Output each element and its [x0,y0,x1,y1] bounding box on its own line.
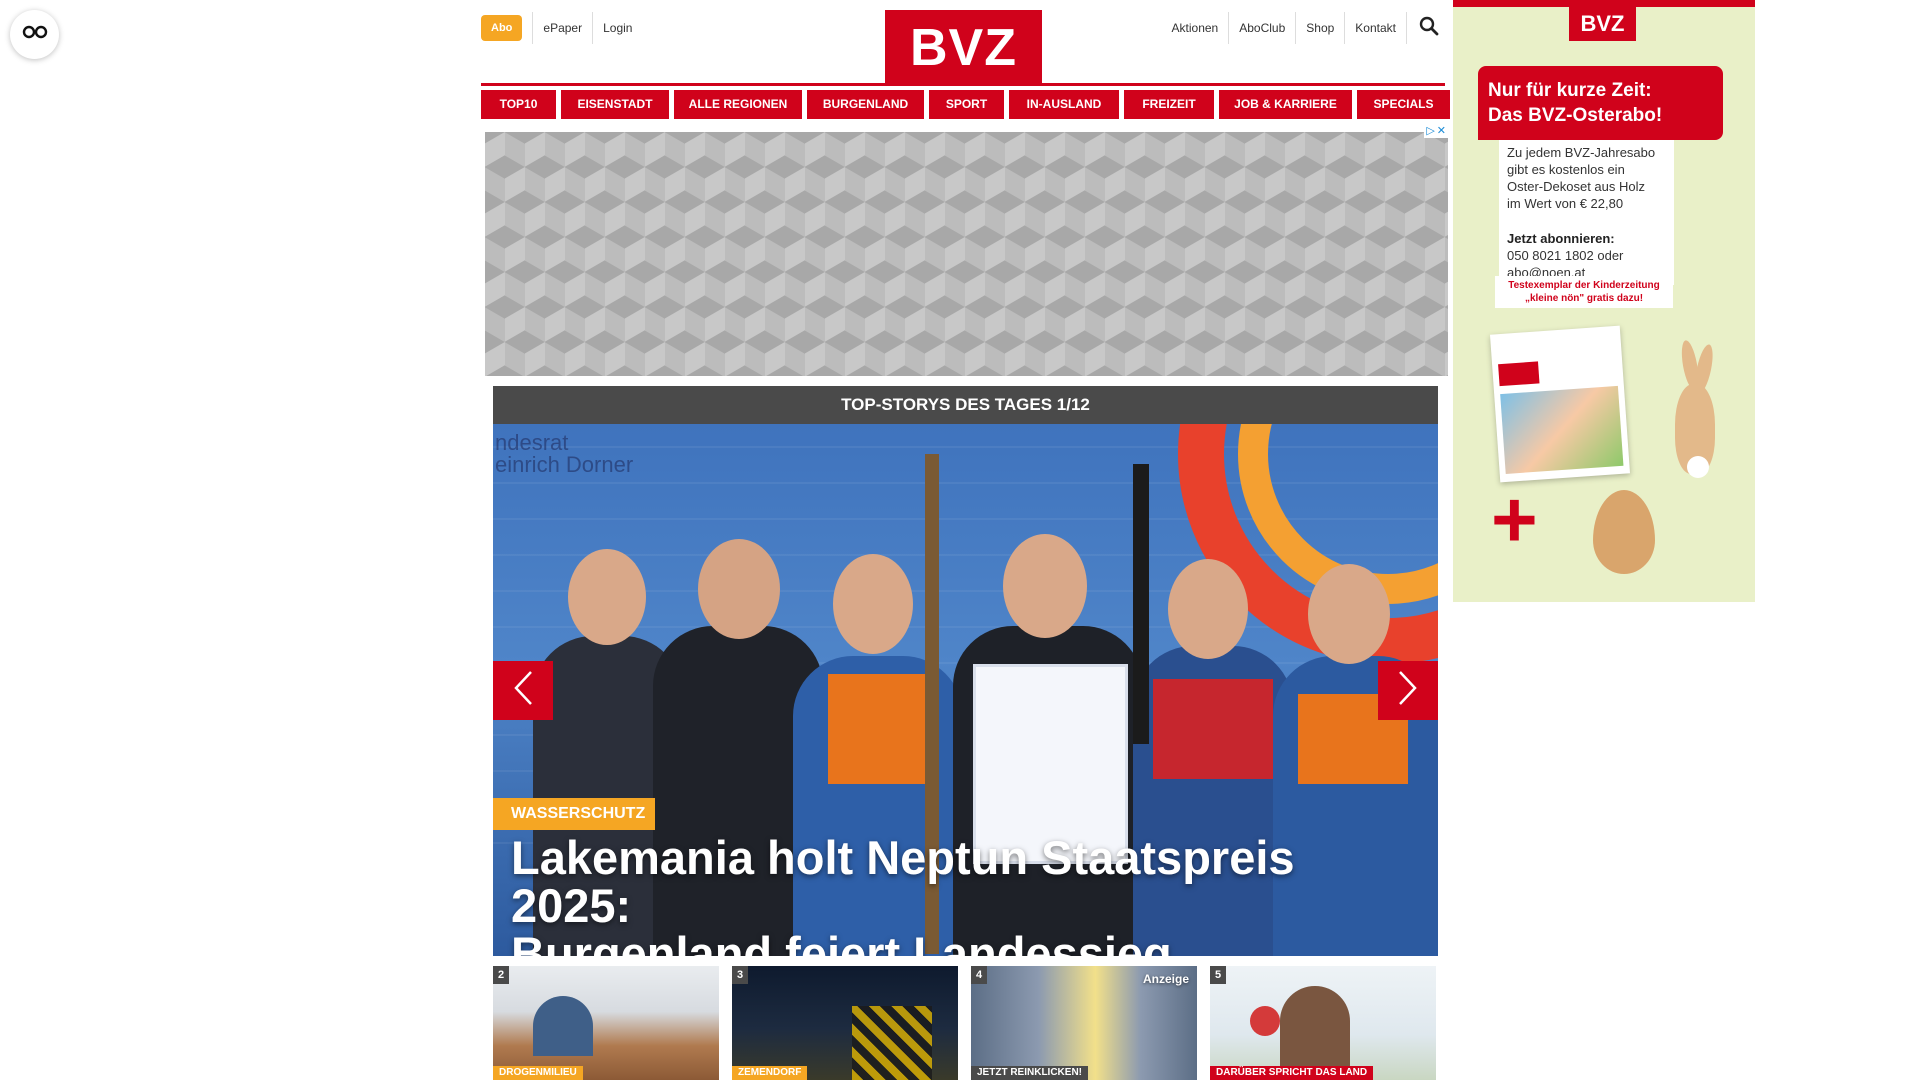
top-stories-heading: TOP-STORYS DES TAGES 1/12 [493,386,1438,424]
nav-item-alle-regionen[interactable]: ALLE REGIONEN [674,90,802,119]
thumbnail-number: 5 [1210,966,1226,984]
bunny-image [1663,339,1723,480]
chevron-right-icon [1398,670,1418,711]
egg-image [1593,490,1655,574]
top-stories: TOP-STORYS DES TAGES 1/12 ndesrat einric… [493,386,1438,956]
sponsored-label: Anzeige [1142,972,1189,986]
thumbnail-tag: JETZT REINKLICKEN! [971,1066,1088,1080]
nav-item-in-ausland[interactable]: IN-AUSLAND [1009,90,1119,119]
carousel-prev-button[interactable] [493,661,553,720]
thumbnail-story-3[interactable]: 3 ZEMENDORF [732,966,958,1080]
hero-title-line-2: Burgenland feiert Landessieg [511,927,1172,957]
login-link[interactable]: Login [592,12,642,44]
carousel-next-button[interactable] [1378,661,1438,720]
magazine-image [1489,325,1631,483]
sidebar-ad-body: Zu jedem BVZ-Jahresabo gibt es kostenlos… [1499,140,1674,285]
ad-close-icon[interactable]: ✕ [1437,125,1446,137]
thumbnail-story-4[interactable]: 4 Anzeige JETZT REINKLICKEN! [971,966,1197,1080]
thumbnail-number: 3 [732,966,748,984]
search-icon [1419,16,1439,41]
sidebar-ad[interactable]: BVZ Nur für kurze Zeit: Das BVZ-Osterabo… [1453,0,1755,602]
thumbnail-tag: DARÜBER SPRICHT DAS LAND [1210,1066,1374,1080]
ad-choices[interactable]: ▷ ✕ [1424,124,1448,138]
nav-item-burgenland[interactable]: BURGENLAND [807,90,924,119]
shop-link[interactable]: Shop [1296,12,1346,44]
kontakt-link[interactable]: Kontakt [1345,12,1407,44]
page: Abo ePaper Login BVZ Aktionen AboClub Sh… [0,0,1920,1080]
thumbnail-number: 4 [971,966,987,984]
nav-item-specials[interactable]: SPECIALS [1357,90,1450,119]
main-nav: TOP10 EISENSTADT ALLE REGIONEN BURGENLAN… [481,90,1450,119]
thumbnail-tag: ZEMENDORF [732,1066,808,1080]
glasses-icon [22,25,48,44]
story-thumbnails: 2 DROGENMILIEU 3 ZEMENDORF 4 Anzeige JET… [493,966,1438,1080]
nav-item-top10[interactable]: TOP10 [481,90,556,119]
hero-title-line-1: Lakemania holt Neptun Staatspreis 2025: [511,831,1295,932]
nav-item-freizeit[interactable]: FREIZEIT [1124,90,1214,119]
plus-icon: + [1491,475,1538,564]
header-divider [481,83,1445,86]
site-header: Abo ePaper Login BVZ Aktionen AboClub Sh… [481,0,1445,86]
thumbnail-story-5[interactable]: 5 DARÜBER SPRICHT DAS LAND [1210,966,1436,1080]
adchoices-icon[interactable]: ▷ [1426,125,1434,137]
search-button[interactable] [1413,12,1445,44]
reader-mode-button[interactable] [10,10,59,59]
aktionen-link[interactable]: Aktionen [1162,12,1230,44]
hero-wall-text: ndesrat einrich Dorner [495,430,634,477]
hero-story[interactable]: ndesrat einrich Dorner WASSERSCHUTZ Lake… [493,424,1438,956]
epaper-link[interactable]: ePaper [532,12,592,44]
sidebar-ad-cta-title: Jetzt abonnieren: [1507,231,1615,246]
nav-item-eisenstadt[interactable]: EISENSTADT [561,90,669,119]
top-right-links: Aktionen AboClub Shop Kontakt [1162,12,1445,44]
thumbnail-number: 2 [493,966,509,984]
aboclub-link[interactable]: AboClub [1229,12,1297,44]
nav-item-sport[interactable]: SPORT [929,90,1004,119]
abo-button[interactable]: Abo [481,15,523,41]
chevron-left-icon [513,670,533,711]
thumbnail-story-2[interactable]: 2 DROGENMILIEU [493,966,719,1080]
thumbnail-tag: DROGENMILIEU [493,1066,583,1080]
ad-banner[interactable]: ▷ ✕ [485,124,1448,376]
top-left-links: Abo ePaper Login [481,12,642,44]
sidebar-ad-logo: BVZ [1569,7,1636,41]
sidebar-ad-offer: Testexemplar der Kinderzeitung „kleine n… [1495,276,1673,308]
sidebar-ad-headline: Nur für kurze Zeit: Das BVZ-Osterabo! [1478,66,1723,140]
hero-kicker[interactable]: WASSERSCHUTZ [493,798,656,830]
bvz-logo[interactable]: BVZ [885,10,1042,83]
hero-title[interactable]: Lakemania holt Neptun Staatspreis 2025: … [511,831,1421,957]
nav-item-job-karriere[interactable]: JOB & KARRIERE [1219,90,1352,119]
